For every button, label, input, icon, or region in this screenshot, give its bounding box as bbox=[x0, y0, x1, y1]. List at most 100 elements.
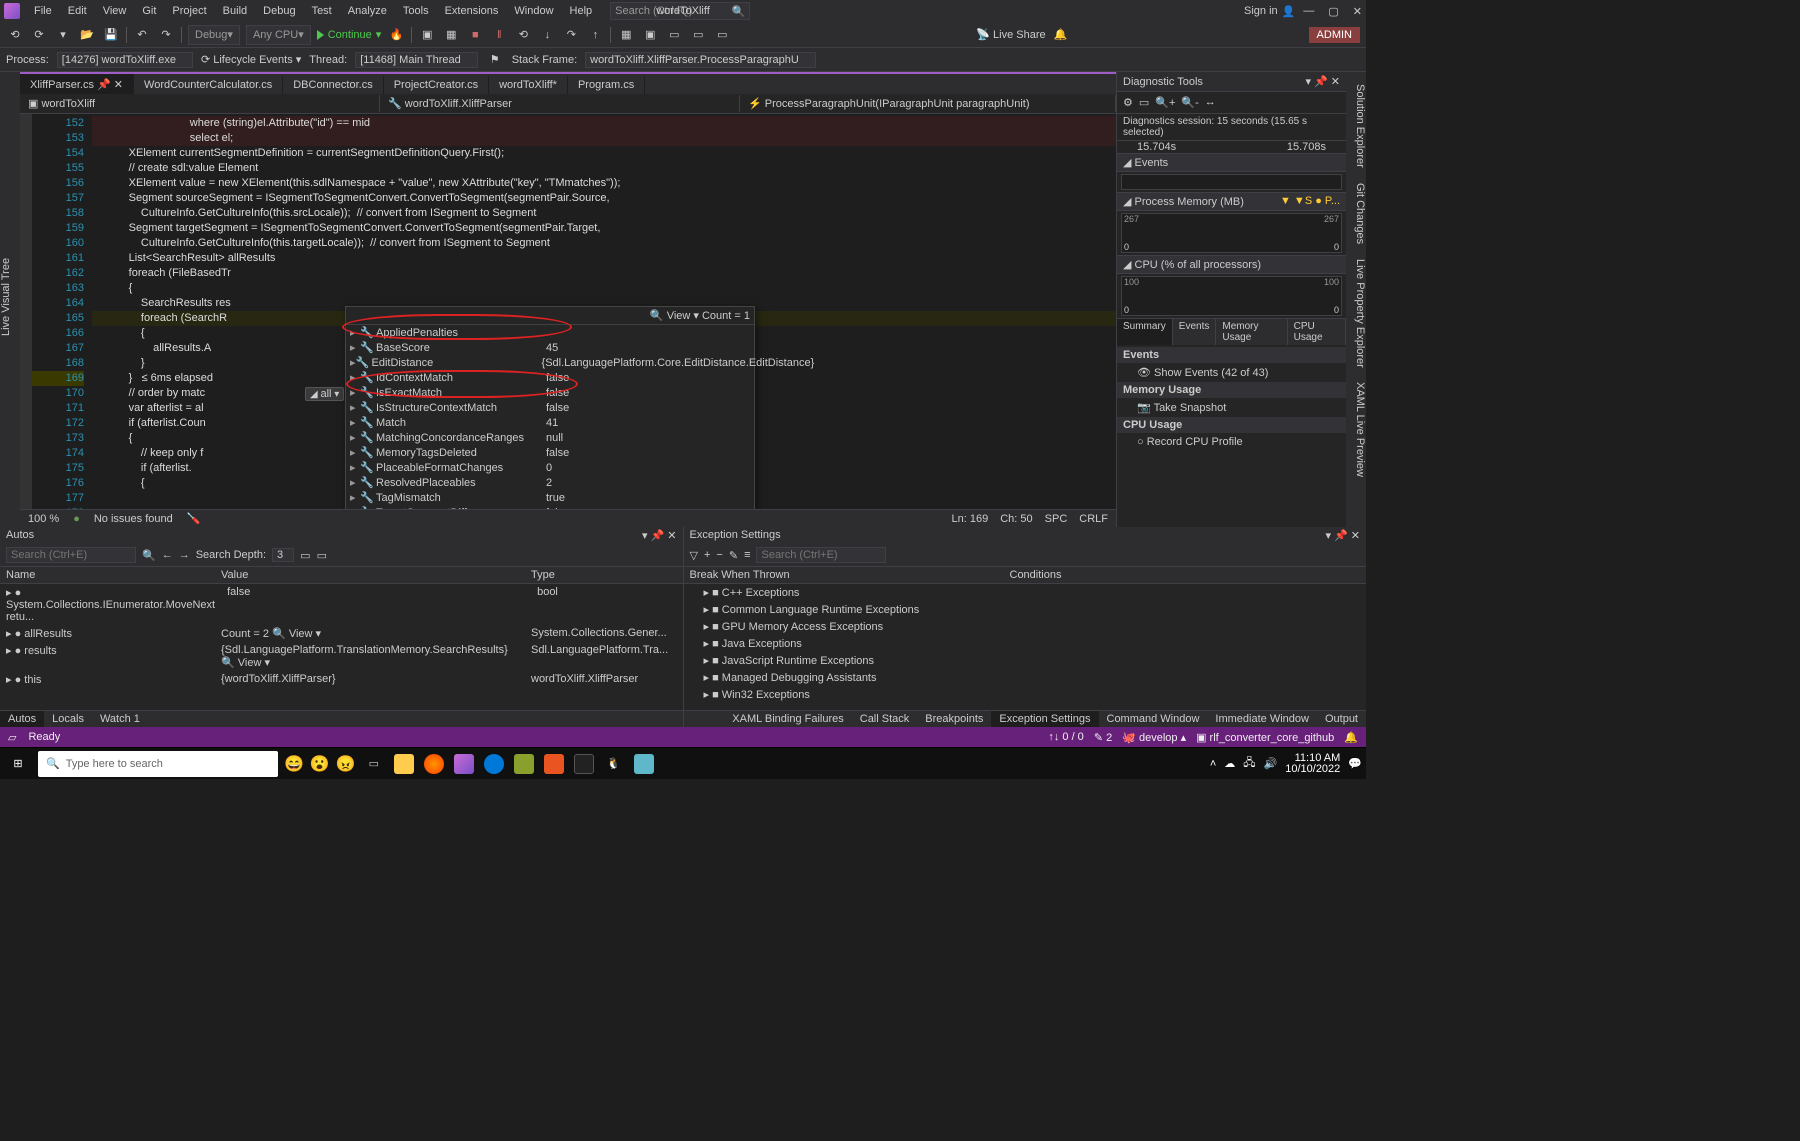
status-notif-icon[interactable]: 🔔 bbox=[1344, 731, 1358, 744]
screwdriver-icon[interactable]: 🪛 bbox=[187, 512, 201, 525]
datatip-row[interactable]: ▸🔧MatchingConcordanceRangesnull bbox=[346, 430, 754, 445]
diag-tab-cpu[interactable]: CPU Usage bbox=[1288, 319, 1346, 345]
live-visual-tree-tab[interactable]: Live Visual Tree bbox=[0, 251, 12, 341]
nav-fwd-icon[interactable]: ⟳ bbox=[30, 26, 48, 44]
pause-icon[interactable]: ‖ bbox=[490, 26, 508, 44]
ftab-breakpoints[interactable]: Breakpoints bbox=[917, 711, 991, 727]
datatip-row[interactable]: ▸🔧TagMismatchtrue bbox=[346, 490, 754, 505]
exception-category[interactable]: ▸ ■ Managed Debugging Assistants bbox=[684, 669, 1367, 686]
thread-combo[interactable]: [11468] Main Thread bbox=[355, 52, 478, 68]
taskbar-explorer[interactable] bbox=[392, 752, 416, 776]
diag-memory-chart[interactable]: 267267 00 bbox=[1121, 213, 1342, 253]
tb-icon-b[interactable]: ▭ bbox=[665, 26, 683, 44]
autos-col-value[interactable]: Value bbox=[215, 567, 525, 583]
datatip-row[interactable]: ▸🔧Match41 bbox=[346, 415, 754, 430]
status-changes[interactable]: ✎ 2 bbox=[1094, 731, 1112, 744]
tab-wordcounter[interactable]: WordCounterCalculator.cs bbox=[134, 76, 283, 94]
nav-class[interactable]: 🔧 wordToXliff.XliffParser bbox=[380, 95, 740, 112]
tab-xliffparser[interactable]: XliffParser.cs 📌 ✕ bbox=[20, 74, 134, 94]
diag-zoomin-icon[interactable]: 🔍+ bbox=[1155, 96, 1175, 109]
diag-cpu-chart[interactable]: 100100 00 bbox=[1121, 276, 1342, 316]
autos-row[interactable]: ▸ ● results{Sdl.LanguagePlatform.Transla… bbox=[0, 642, 683, 671]
autos-col-type[interactable]: Type bbox=[525, 567, 683, 583]
autos-search[interactable] bbox=[6, 547, 136, 563]
exc-filter-icon[interactable]: ▽ bbox=[690, 549, 698, 562]
stackframe-combo[interactable]: wordToXliff.XliffParser.ProcessParagraph… bbox=[585, 52, 816, 68]
live-property-tab[interactable]: Live Property Explorer bbox=[1354, 253, 1366, 374]
tray-notifications-icon[interactable]: 💬 bbox=[1348, 757, 1362, 770]
menu-git[interactable]: Git bbox=[134, 3, 164, 19]
status-repo[interactable]: ▣ rlf_converter_core_github bbox=[1196, 731, 1334, 744]
exception-category[interactable]: ▸ ■ GPU Memory Access Exceptions bbox=[684, 618, 1367, 635]
autos-tool1-icon[interactable]: ▭ bbox=[300, 549, 310, 562]
ftab-output[interactable]: Output bbox=[1317, 711, 1366, 727]
platform-combo[interactable]: Any CPU ▾ bbox=[246, 25, 311, 45]
datatip-row[interactable]: ▸🔧ResolvedPlaceables2 bbox=[346, 475, 754, 490]
datatip-row[interactable]: ▸🔧PlaceableFormatChanges0 bbox=[346, 460, 754, 475]
exc-col-break[interactable]: Break When Thrown bbox=[684, 567, 1004, 583]
thread-flag-icon[interactable]: ⚑ bbox=[486, 51, 504, 69]
exc-search[interactable] bbox=[756, 547, 886, 563]
save-icon[interactable]: 💾 bbox=[102, 26, 120, 44]
signin-link[interactable]: Sign in bbox=[1244, 5, 1278, 17]
taskbar-firefox[interactable] bbox=[422, 752, 446, 776]
datatip-row[interactable]: ▸🔧IdContextMatchfalse bbox=[346, 370, 754, 385]
menu-file[interactable]: File bbox=[26, 3, 60, 19]
tab-program[interactable]: Program.cs bbox=[568, 76, 645, 94]
line-indicator[interactable]: Ln: 169 bbox=[952, 513, 989, 525]
diag-reset-icon[interactable]: ↔ bbox=[1205, 96, 1216, 109]
taskbar-terminal[interactable] bbox=[572, 752, 596, 776]
step-into-icon[interactable]: ↓ bbox=[538, 26, 556, 44]
menu-analyze[interactable]: Analyze bbox=[340, 3, 395, 19]
ftab-xaml[interactable]: XAML Binding Failures bbox=[724, 711, 851, 727]
menu-debug[interactable]: Debug bbox=[255, 3, 303, 19]
tb-icon-a[interactable]: ▣ bbox=[641, 26, 659, 44]
process-combo[interactable]: [14276] wordToXliff.exe bbox=[57, 52, 193, 68]
menu-view[interactable]: View bbox=[95, 3, 135, 19]
step-over-icon[interactable]: ↷ bbox=[562, 26, 580, 44]
tray-network-icon[interactable]: 🖧 bbox=[1243, 754, 1255, 773]
diag-take-snapshot[interactable]: 📷 Take Snapshot bbox=[1117, 398, 1346, 417]
tray-cloud-icon[interactable]: ☁ bbox=[1224, 757, 1235, 770]
char-indicator[interactable]: Ch: 50 bbox=[1000, 513, 1032, 525]
nav-back-icon[interactable]: ⟲ bbox=[6, 26, 24, 44]
diag-tab-summary[interactable]: Summary bbox=[1117, 319, 1173, 345]
taskbar-linux[interactable]: 🐧 bbox=[602, 752, 626, 776]
nav-member[interactable]: ⚡ ProcessParagraphUnit(IParagraphUnit pa… bbox=[740, 95, 1116, 112]
open-icon[interactable]: 📂 bbox=[78, 26, 96, 44]
debugger-datatip[interactable]: 🔍 View ▾ Count = 1 ▸🔧AppliedPenalties▸🔧B… bbox=[345, 306, 755, 509]
live-share-button[interactable]: 📡 Live Share bbox=[976, 28, 1045, 41]
exc-cond-icon[interactable]: ≡ bbox=[744, 549, 750, 561]
right-rail[interactable]: Solution Explorer Git Changes Live Prope… bbox=[1346, 72, 1366, 527]
tray-chevron-icon[interactable]: ˄ bbox=[1210, 758, 1216, 770]
menu-window[interactable]: Window bbox=[506, 3, 561, 19]
diag-tab-events[interactable]: Events bbox=[1173, 319, 1217, 345]
taskbar-maps[interactable] bbox=[482, 752, 506, 776]
taskbar-app1[interactable] bbox=[512, 752, 536, 776]
ftab-immediate[interactable]: Immediate Window bbox=[1207, 711, 1317, 727]
datatip-row[interactable]: ▸🔧TargetSegmentDiffersfalse bbox=[346, 505, 754, 509]
win1-icon[interactable]: ▣ bbox=[418, 26, 436, 44]
menu-tools[interactable]: Tools bbox=[395, 3, 437, 19]
taskbar-app3[interactable] bbox=[632, 752, 656, 776]
menu-edit[interactable]: Edit bbox=[60, 3, 95, 19]
diag-settings-icon[interactable]: ⚙ bbox=[1123, 96, 1133, 109]
close-icon[interactable]: ✕ bbox=[1353, 5, 1362, 18]
datatip-row[interactable]: ▸🔧IsStructureContextMatchfalse bbox=[346, 400, 754, 415]
menu-extensions[interactable]: Extensions bbox=[437, 3, 507, 19]
menu-project[interactable]: Project bbox=[164, 3, 214, 19]
nav-project[interactable]: ▣ wordToXliff bbox=[20, 95, 380, 112]
live-tree-icon[interactable]: ▦ bbox=[617, 26, 635, 44]
datatip-row[interactable]: ▸🔧MemoryTagsDeletedfalse bbox=[346, 445, 754, 460]
new-icon[interactable]: ▾ bbox=[54, 26, 72, 44]
tb-icon-c[interactable]: ▭ bbox=[689, 26, 707, 44]
ftab-exception[interactable]: Exception Settings bbox=[991, 711, 1098, 727]
menu-help[interactable]: Help bbox=[562, 3, 601, 19]
solution-explorer-tab[interactable]: Solution Explorer bbox=[1354, 78, 1366, 174]
lineend-indicator[interactable]: CRLF bbox=[1079, 513, 1108, 525]
exception-category[interactable]: ▸ ■ Win32 Exceptions bbox=[684, 686, 1367, 703]
left-rail[interactable]: Live Visual Tree bbox=[0, 72, 20, 527]
ftab-command[interactable]: Command Window bbox=[1099, 711, 1208, 727]
exception-category[interactable]: ▸ ■ Java Exceptions bbox=[684, 635, 1367, 652]
task-view-icon[interactable]: ▭ bbox=[362, 752, 386, 776]
